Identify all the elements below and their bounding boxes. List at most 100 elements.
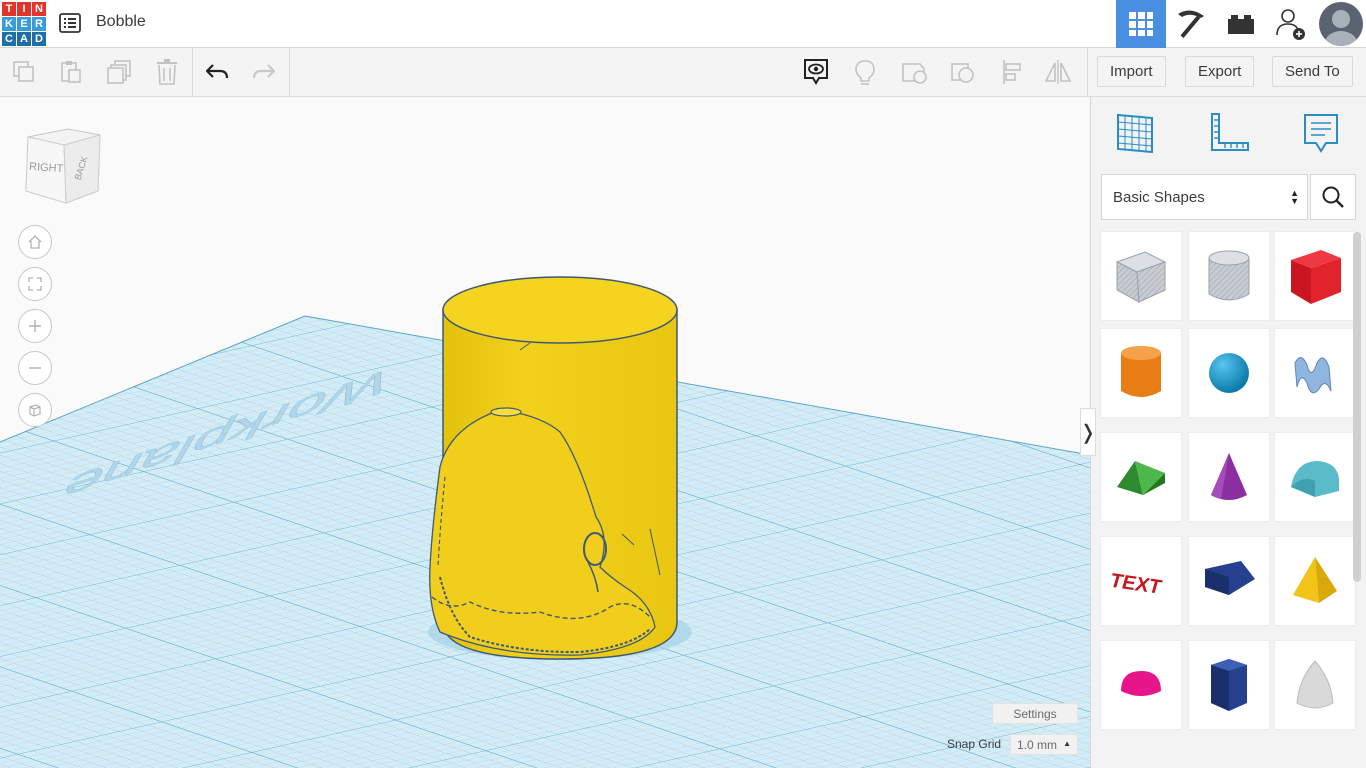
group-icon	[902, 63, 927, 84]
3d-workplane-canvas[interactable]: Workplane RIGHT BACK Settings Snap Grid …	[0, 97, 1090, 768]
home-icon	[28, 235, 42, 249]
ruler-tool-button[interactable]	[1207, 111, 1251, 155]
top-bar: TIN KER CAD Bobble	[0, 0, 1366, 48]
duplicate-icon	[107, 60, 131, 84]
logo-letter: A	[17, 32, 31, 46]
shape-roof[interactable]	[1100, 432, 1182, 522]
notes-visibility-button[interactable]	[801, 57, 831, 87]
copy-button[interactable]	[9, 57, 39, 87]
shapes-panel: Basic Shapes ▲ ▼ TEXT	[1090, 97, 1366, 768]
shape-pyramid[interactable]	[1274, 536, 1356, 626]
logo-letter: T	[2, 2, 16, 16]
round-roof-icon	[1291, 461, 1339, 497]
shape-cone[interactable]	[1188, 432, 1270, 522]
logo-letter: C	[2, 32, 16, 46]
logo-letter: E	[17, 17, 31, 31]
snap-grid-value: 1.0 mm	[1017, 737, 1058, 752]
note-icon	[1304, 114, 1338, 153]
shape-half-sphere[interactable]	[1100, 640, 1182, 730]
design-list-icon[interactable]	[58, 11, 82, 35]
minus-icon	[29, 367, 41, 369]
shape-cylinder[interactable]	[1100, 328, 1182, 418]
shape-category-select[interactable]: Basic Shapes ▲ ▼	[1101, 174, 1308, 220]
shape-box[interactable]	[1274, 231, 1356, 321]
ruler-icon	[1211, 113, 1249, 151]
toolbar-separator	[1087, 48, 1088, 96]
brick-icon	[1228, 15, 1254, 34]
zoom-out-button[interactable]	[18, 351, 52, 385]
view-cube-right-face[interactable]: RIGHT	[29, 161, 64, 175]
shape-scribble[interactable]	[1274, 328, 1356, 418]
workplane-tool-button[interactable]	[1113, 111, 1157, 155]
sphere-icon	[1209, 353, 1249, 393]
search-shapes-button[interactable]	[1310, 174, 1356, 220]
shape-polygon[interactable]	[1188, 640, 1270, 730]
orthographic-view-button[interactable]	[18, 393, 52, 427]
add-user-icon	[1276, 9, 1305, 40]
paste-icon	[61, 61, 81, 83]
toolbar-separator	[289, 48, 290, 96]
ortho-cube-icon	[29, 404, 41, 417]
half-sphere-icon	[1121, 671, 1161, 696]
add-user-button[interactable]	[1266, 0, 1316, 48]
undo-button[interactable]	[202, 57, 232, 87]
notes-tool-button[interactable]	[1299, 111, 1343, 155]
shape-paraboloid[interactable]	[1274, 640, 1356, 730]
toolbar-separator	[192, 48, 193, 96]
bobble-model[interactable]	[429, 276, 678, 660]
shape-round-roof[interactable]	[1274, 432, 1356, 522]
view-cube[interactable]: RIGHT BACK	[22, 127, 102, 212]
fit-view-button[interactable]	[18, 267, 52, 301]
settings-button[interactable]: Settings	[992, 703, 1078, 724]
workplane-scene[interactable]: Workplane	[0, 97, 1090, 768]
import-button[interactable]: Import	[1097, 56, 1166, 87]
home-view-button[interactable]	[18, 225, 52, 259]
plus-icon	[29, 320, 41, 332]
zoom-in-button[interactable]	[18, 309, 52, 343]
logo-letter: I	[17, 2, 31, 16]
text-shape-label: TEXT	[1107, 570, 1164, 598]
logo-letter: K	[2, 17, 16, 31]
roof-icon	[1117, 461, 1165, 495]
duplicate-button[interactable]	[105, 57, 135, 87]
shape-wedge[interactable]	[1188, 536, 1270, 626]
blocks-pickaxe-button[interactable]	[1166, 0, 1216, 48]
show-all-button[interactable]	[850, 57, 880, 87]
undo-icon	[205, 64, 229, 79]
mirror-icon	[1044, 60, 1072, 84]
shape-text[interactable]: TEXT	[1100, 536, 1182, 626]
align-icon	[1003, 60, 1021, 84]
logo-letter: D	[32, 32, 46, 46]
ungroup-button[interactable]	[948, 57, 978, 87]
lightbulb-icon	[855, 60, 875, 85]
polygon-icon	[1211, 659, 1247, 711]
align-button[interactable]	[997, 57, 1027, 87]
logo-letter: R	[32, 17, 46, 31]
workplane-grid-icon	[1117, 113, 1153, 154]
paste-button[interactable]	[56, 57, 86, 87]
redo-button[interactable]	[249, 57, 279, 87]
project-title[interactable]: Bobble	[96, 13, 146, 31]
mirror-button[interactable]	[1043, 57, 1073, 87]
pickaxe-icon	[1178, 10, 1204, 39]
select-arrows-icon: ▲ ▼	[1290, 188, 1299, 206]
export-button[interactable]: Export	[1185, 56, 1255, 87]
copy-icon	[13, 61, 34, 82]
group-button[interactable]	[899, 57, 929, 87]
delete-button[interactable]	[152, 57, 182, 87]
shape-category-value: Basic Shapes	[1113, 188, 1205, 206]
cone-icon	[1211, 453, 1247, 500]
3d-design-view-button[interactable]	[1116, 0, 1166, 48]
collapse-panel-button[interactable]: ❭	[1080, 408, 1096, 456]
edit-toolbar: Import Export Send To	[0, 48, 1366, 97]
shape-cylinder-hole[interactable]	[1188, 231, 1270, 321]
snap-grid-select[interactable]: 1.0 mm ▲	[1010, 734, 1078, 755]
shape-box-hole[interactable]	[1100, 231, 1182, 321]
send-to-button[interactable]: Send To	[1272, 56, 1353, 87]
shapes-scrollbar[interactable]	[1353, 232, 1361, 582]
user-avatar[interactable]	[1316, 0, 1366, 48]
tinkercad-logo[interactable]: TIN KER CAD	[2, 2, 46, 46]
shape-sphere[interactable]	[1188, 328, 1270, 418]
bricks-view-button[interactable]	[1216, 0, 1266, 48]
ungroup-icon	[951, 63, 974, 83]
